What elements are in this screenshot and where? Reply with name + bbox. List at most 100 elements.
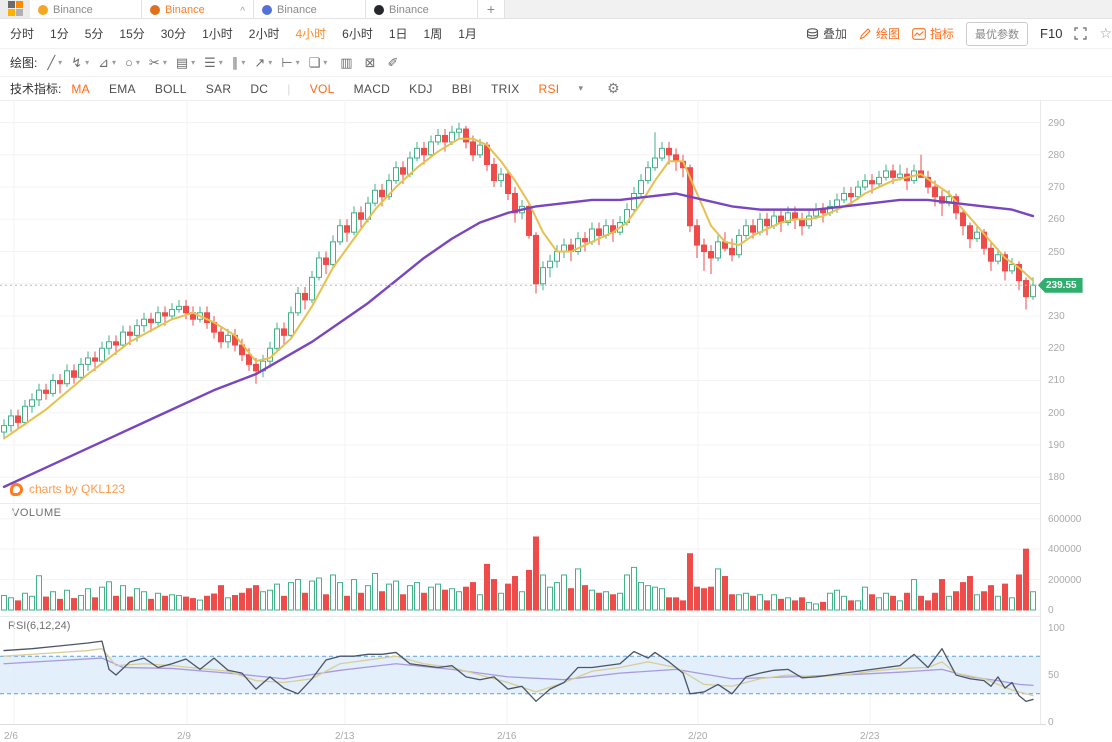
overlay-button[interactable]: 叠加 — [806, 25, 847, 42]
indicator-BBI[interactable]: BBI — [452, 82, 472, 96]
volume-tick: 0 — [1048, 605, 1106, 616]
indicator-panel-button[interactable]: 指标 — [912, 25, 954, 42]
date-tick: 2/6 — [4, 731, 18, 742]
dropdown-caret-icon: ▾ — [191, 58, 195, 67]
price-tick: 190 — [1048, 440, 1106, 451]
indicator-DC[interactable]: DC — [250, 82, 268, 96]
f10-button[interactable]: F10 — [1040, 26, 1062, 41]
timeframe-4小时[interactable]: 4小时 — [295, 25, 326, 42]
dropdown-caret-icon: ▾ — [268, 58, 272, 67]
volume-tick: 400000 — [1048, 544, 1106, 555]
draw-mode-button[interactable]: 绘图 — [859, 25, 900, 42]
candle-pattern-tool-icon: ▤ — [176, 55, 188, 71]
timeframe-5分[interactable]: 5分 — [85, 25, 104, 42]
timeframe-6小时[interactable]: 6小时 — [342, 25, 373, 42]
price-chart-canvas[interactable] — [0, 100, 1040, 503]
app-logo-icon[interactable] — [0, 0, 30, 18]
price-tick: 180 — [1048, 472, 1106, 483]
timeframe-1周[interactable]: 1周 — [424, 25, 443, 42]
indicator-separator: | — [287, 82, 290, 96]
layers-icon — [806, 28, 819, 40]
indicator-EMA[interactable]: EMA — [109, 82, 136, 96]
indicator-BOLL[interactable]: BOLL — [155, 82, 187, 96]
tab-binance-1[interactable]: Binance — [30, 0, 142, 18]
timeframe-30分[interactable]: 30分 — [161, 25, 186, 42]
note-bubble-tool-icon: ❏ — [309, 55, 321, 71]
dropdown-caret-icon: ▾ — [58, 58, 62, 67]
eraser-tool[interactable]: ✐ — [387, 55, 398, 71]
polyline-tool[interactable]: ↯▾ — [71, 55, 89, 71]
timeframe-1小时[interactable]: 1小时 — [202, 25, 233, 42]
note-bubble-tool[interactable]: ❏▾ — [309, 55, 328, 71]
tab-binance-4[interactable]: Binance — [366, 0, 478, 18]
indicator-MA[interactable]: MA — [71, 82, 90, 96]
indicator-RSI[interactable]: RSI — [539, 82, 560, 96]
tab-bar: BinanceBinance^BinanceBinance + — [0, 0, 1112, 19]
line-chart-icon — [912, 28, 926, 40]
timeframe-2小时[interactable]: 2小时 — [249, 25, 280, 42]
panel-divider — [0, 616, 1040, 617]
price-tick: 220 — [1048, 343, 1106, 354]
indicator-toolbar: 技术指标: MA EMA BOLL SAR DC | VOL MACD KDJ BBI TRIX RS… — [0, 77, 1112, 101]
price-tick: 210 — [1048, 375, 1106, 386]
shape-tool[interactable]: ⊿▾ — [98, 55, 116, 71]
indicator-KDJ[interactable]: KDJ — [409, 82, 433, 96]
measure-tool[interactable]: ✂▾ — [149, 55, 167, 71]
date-tick: 2/23 — [860, 731, 879, 742]
trend-line-tool[interactable]: ╱▾ — [47, 55, 62, 71]
fullscreen-icon[interactable] — [1074, 27, 1087, 40]
timeframe-1分[interactable]: 1分 — [50, 25, 69, 42]
tab-binance-2[interactable]: Binance^ — [142, 0, 254, 18]
favorite-star-icon[interactable]: ☆ — [1099, 25, 1112, 42]
text-lines-tool-icon: ☰ — [204, 55, 216, 71]
indicator-settings-gear-icon[interactable]: ⚙ — [607, 80, 620, 97]
coin-orange-icon — [38, 5, 48, 15]
coin-black-icon — [374, 5, 384, 15]
ellipse-tool[interactable]: ○▾ — [125, 55, 140, 70]
volume-tick: 600000 — [1048, 514, 1106, 525]
volume-chart-canvas[interactable] — [0, 505, 1040, 612]
horizontal-segment-tool[interactable]: ⊢▾ — [281, 55, 299, 71]
price-tick: 250 — [1048, 247, 1106, 258]
trading-app: BinanceBinance^BinanceBinance + 分时1分5分15… — [0, 0, 1112, 740]
arrow-tool[interactable]: ↗▾ — [254, 55, 272, 71]
tab-binance-3[interactable]: Binance — [254, 0, 366, 18]
indicator-list: MA EMA BOLL SAR DC | VOL MACD KDJ BBI TRIX RSI — [71, 82, 578, 96]
dropdown-caret-icon: ▾ — [136, 58, 140, 67]
indicator-MACD[interactable]: MACD — [354, 82, 391, 96]
candle-pattern-tool[interactable]: ▤▾ — [176, 55, 195, 71]
timeframe-1日[interactable]: 1日 — [389, 25, 408, 42]
rsi-tick: 50 — [1048, 670, 1106, 681]
vertical-lines-tool-icon: ∥ — [232, 55, 239, 71]
vertical-lines-tool[interactable]: ∥▾ — [232, 55, 246, 71]
rsi-chart-canvas[interactable] — [0, 618, 1040, 724]
new-tab-button[interactable]: + — [478, 0, 505, 18]
qkl123-logo-icon — [10, 483, 23, 496]
timeframe-分时[interactable]: 分时 — [10, 25, 34, 42]
indicator-toolbar-label: 技术指标: — [10, 80, 61, 97]
draw-mode-label: 绘图 — [876, 25, 900, 42]
trend-line-tool-icon: ╱ — [47, 55, 55, 71]
date-tick: 2/16 — [497, 731, 516, 742]
timeframe-toolbar: 分时 1分 5分 15分 30分 1小时 2小时 4小时 6小时 1日 1周 1月 叠加 绘图 — [0, 19, 1112, 49]
indicator-dropdown-caret[interactable]: ▾ — [578, 83, 583, 94]
timeframe-1月[interactable]: 1月 — [458, 25, 477, 42]
optimize-params-button[interactable]: 最优参数 — [966, 22, 1028, 46]
dropdown-caret-icon: ▾ — [296, 58, 300, 67]
volume-tick: 200000 — [1048, 575, 1106, 586]
pencil-icon — [859, 28, 872, 40]
date-tick: 2/9 — [177, 731, 191, 742]
measure-tool-icon: ✂ — [149, 55, 160, 71]
timeframe-15分[interactable]: 15分 — [119, 25, 144, 42]
rsi-tick: 100 — [1048, 623, 1106, 634]
positions-chart-tool[interactable]: ▥ — [340, 55, 352, 71]
price-axis-separator — [1040, 100, 1041, 724]
date-tick: 2/20 — [688, 731, 707, 742]
grid-logo-icon — [8, 1, 23, 16]
delete-drawings-button[interactable]: ⊠ — [365, 55, 376, 71]
indicator-SAR[interactable]: SAR — [206, 82, 232, 96]
tab-collapse-chevron[interactable]: ^ — [240, 6, 245, 17]
text-lines-tool[interactable]: ☰▾ — [204, 55, 223, 71]
indicator-VOL[interactable]: VOL — [310, 82, 335, 96]
indicator-TRIX[interactable]: TRIX — [491, 82, 520, 96]
